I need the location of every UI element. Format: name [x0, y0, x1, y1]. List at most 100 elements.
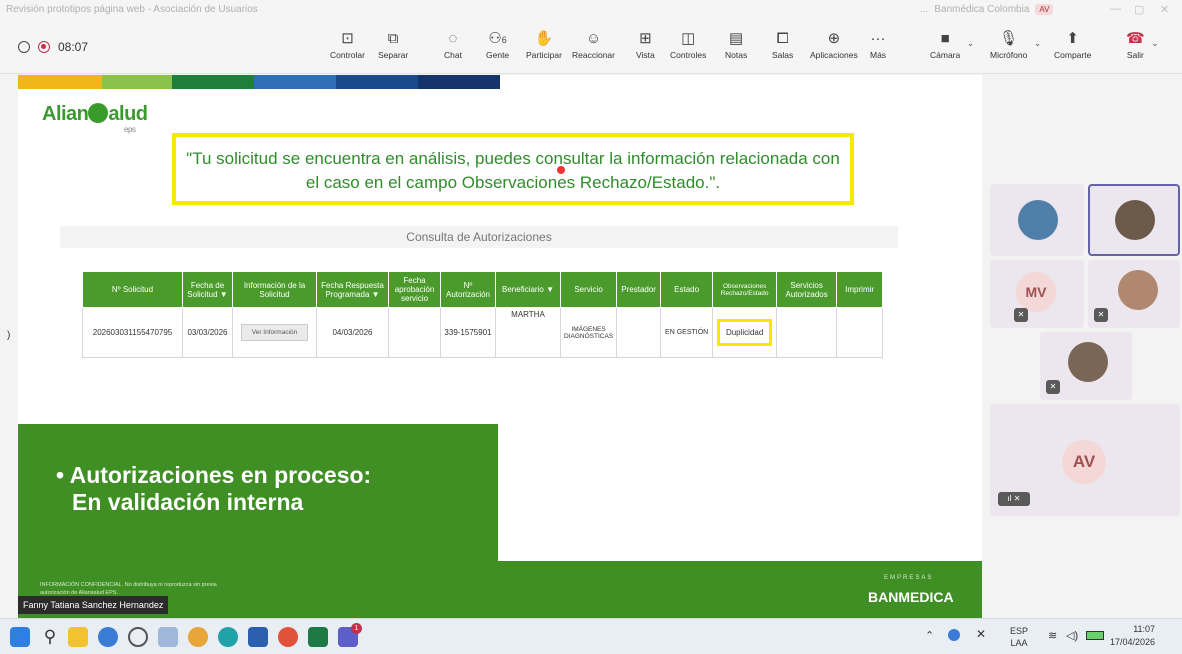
teams-active-icon[interactable]: 1 [338, 623, 362, 647]
tray-app-icon[interactable] [948, 629, 960, 641]
avatar: AV [1062, 440, 1106, 484]
react-icon: ☺ [585, 30, 602, 47]
color-stripe [18, 75, 102, 89]
logo-icon [88, 103, 109, 123]
color-stripe [336, 75, 418, 89]
camera-button[interactable]: ■ Cámara ⌄ [930, 28, 974, 60]
avatar [1018, 200, 1058, 240]
mic-off-icon: ✕ [1046, 380, 1060, 394]
controls-button[interactable]: ◫ Controles [670, 28, 706, 60]
view-button[interactable]: ⊞ Vista [636, 28, 655, 60]
org-label: Banmédica Colombia [934, 4, 1030, 15]
logo-sub: eps [124, 125, 136, 134]
cell-estado: EN GESTIÓN [660, 307, 714, 358]
leave-button[interactable]: ☎ Salir ⌄ [1126, 28, 1159, 60]
more-button[interactable]: ··· Más [870, 28, 886, 60]
cell-fecha-solicitud: 03/03/2026 [182, 307, 233, 358]
chevron-down-icon[interactable]: ⌄ [1034, 38, 1042, 49]
window-title: Revisión prototipos página web - Asociac… [6, 4, 258, 15]
battery-icon[interactable] [1086, 631, 1104, 640]
color-stripe [418, 75, 500, 89]
window-title-bar: Revisión prototipos página web - Asociac… [0, 0, 1182, 22]
windows-taskbar: ⚲ 1 ⌃ ✕ ESP LAA ≋ ◁) 11:07 17/04/2026 [0, 618, 1182, 654]
bullet-text: • Autorizaciones en proceso: En validaci… [56, 462, 372, 515]
app-icon[interactable] [158, 627, 178, 647]
system-clock[interactable]: 11:07 17/04/2026 [1110, 623, 1155, 649]
chevron-down-icon[interactable]: ⌄ [967, 38, 975, 49]
participant-tile[interactable]: MV ✕ [990, 260, 1084, 328]
green-bullet-panel: • Autorizaciones en proceso: En validaci… [18, 424, 498, 561]
chevron-down-icon[interactable]: ⌄ [1151, 38, 1159, 49]
table-header: Nº Autorización [440, 271, 496, 308]
raise-hand-icon: ✋ [534, 30, 554, 47]
view-info-button[interactable]: Ver Información [240, 324, 309, 341]
view-icon: ⊞ [639, 30, 652, 47]
chevron-up-icon[interactable]: ⌃ [925, 629, 934, 642]
language-indicator[interactable]: ESP LAA [1010, 625, 1028, 649]
minimize-icon[interactable]: — [1110, 3, 1121, 15]
cell-servicios-autorizados [776, 307, 838, 358]
filter-icon[interactable]: ▼ [546, 285, 554, 294]
shield-icon [18, 41, 30, 53]
teams-icon[interactable] [98, 627, 118, 647]
notes-icon: ▤ [729, 30, 744, 47]
participant-tile[interactable]: AV ıl ✕ [990, 404, 1180, 516]
people-button[interactable]: ⚇6 Gente [486, 28, 509, 60]
file-explorer-icon[interactable] [68, 627, 88, 647]
share-button[interactable]: ⬆ Comparte [1054, 28, 1091, 60]
excel-icon[interactable] [308, 627, 328, 647]
avatar [1118, 270, 1158, 310]
table-header[interactable]: Fecha de Solicitud ▼ [182, 271, 233, 308]
word-icon[interactable] [248, 627, 268, 647]
participant-tile[interactable] [990, 184, 1084, 256]
filter-icon[interactable]: ▼ [372, 290, 380, 299]
cell-servicio: IMÁGENES DIAGNÓSTICAS [559, 307, 618, 358]
participant-tile[interactable]: ✕ [1040, 332, 1132, 400]
banmedica-logo: BANMEDICA [868, 589, 954, 605]
mic-muted-icon[interactable]: ✕ [976, 627, 986, 641]
table-header[interactable]: Fecha Respuesta Programada ▼ [316, 271, 389, 308]
leave-icon: ☎ [1126, 30, 1145, 47]
confidential-note: INFORMACIÓN CONFIDENCIAL. No distribuya … [40, 582, 217, 596]
apps-icon: ⊕ [827, 30, 841, 47]
chat-button[interactable]: ◌ Chat [444, 28, 462, 60]
filter-icon[interactable]: ▼ [220, 290, 228, 299]
participant-tile[interactable]: ✕ [1088, 260, 1180, 328]
notification-badge: 1 [351, 623, 362, 634]
table-header: Estado [660, 271, 714, 308]
chrome-icon[interactable] [188, 627, 208, 647]
close-icon[interactable]: ✕ [1160, 3, 1169, 16]
control-button[interactable]: ⊡ Controlar [330, 28, 365, 60]
app-icon[interactable] [278, 627, 298, 647]
table-header: Prestador [616, 271, 662, 308]
wifi-icon[interactable]: ≋ [1048, 629, 1057, 642]
popout-icon: ⧉ [387, 30, 399, 47]
color-stripe [172, 75, 254, 89]
more-icon: ··· [870, 30, 886, 47]
rooms-button[interactable]: ⧠ Salas [772, 28, 793, 60]
ellipsis[interactable]: ... [920, 4, 928, 15]
status-message: "Tu solicitud se encuentra en análisis, … [172, 133, 854, 205]
microphone-button[interactable]: 🎙 Micrófono ⌄ [990, 28, 1041, 60]
cell-observaciones: Duplicidad [712, 307, 778, 358]
controls-icon: ◫ [681, 30, 696, 47]
control-icon: ⊡ [341, 30, 354, 47]
app-icon[interactable] [128, 627, 148, 647]
table-header[interactable]: Beneficiario ▼ [495, 271, 561, 308]
popout-button[interactable]: ⧉ Separar [378, 28, 408, 60]
table-row: 202603031155470795 03/03/2026 Ver Inform… [82, 307, 884, 358]
section-title: Consulta de Autorizaciones [60, 226, 898, 248]
search-icon[interactable]: ⚲ [40, 627, 60, 647]
user-avatar[interactable]: AV [1035, 4, 1054, 15]
cell-prestador [616, 307, 662, 358]
react-button[interactable]: ☺ Reaccionar [572, 28, 615, 60]
edge-icon[interactable] [218, 627, 238, 647]
apps-button[interactable]: ⊕ Aplicaciones [810, 28, 858, 60]
maximize-icon[interactable]: ▢ [1134, 3, 1144, 16]
avatar: MV [1016, 272, 1056, 312]
raise-hand-button[interactable]: ✋ Participar [526, 28, 562, 60]
windows-start-icon[interactable] [10, 627, 30, 647]
participant-tile[interactable] [1088, 184, 1180, 256]
volume-icon[interactable]: ◁) [1066, 629, 1078, 642]
notes-button[interactable]: ▤ Notas [725, 28, 747, 60]
